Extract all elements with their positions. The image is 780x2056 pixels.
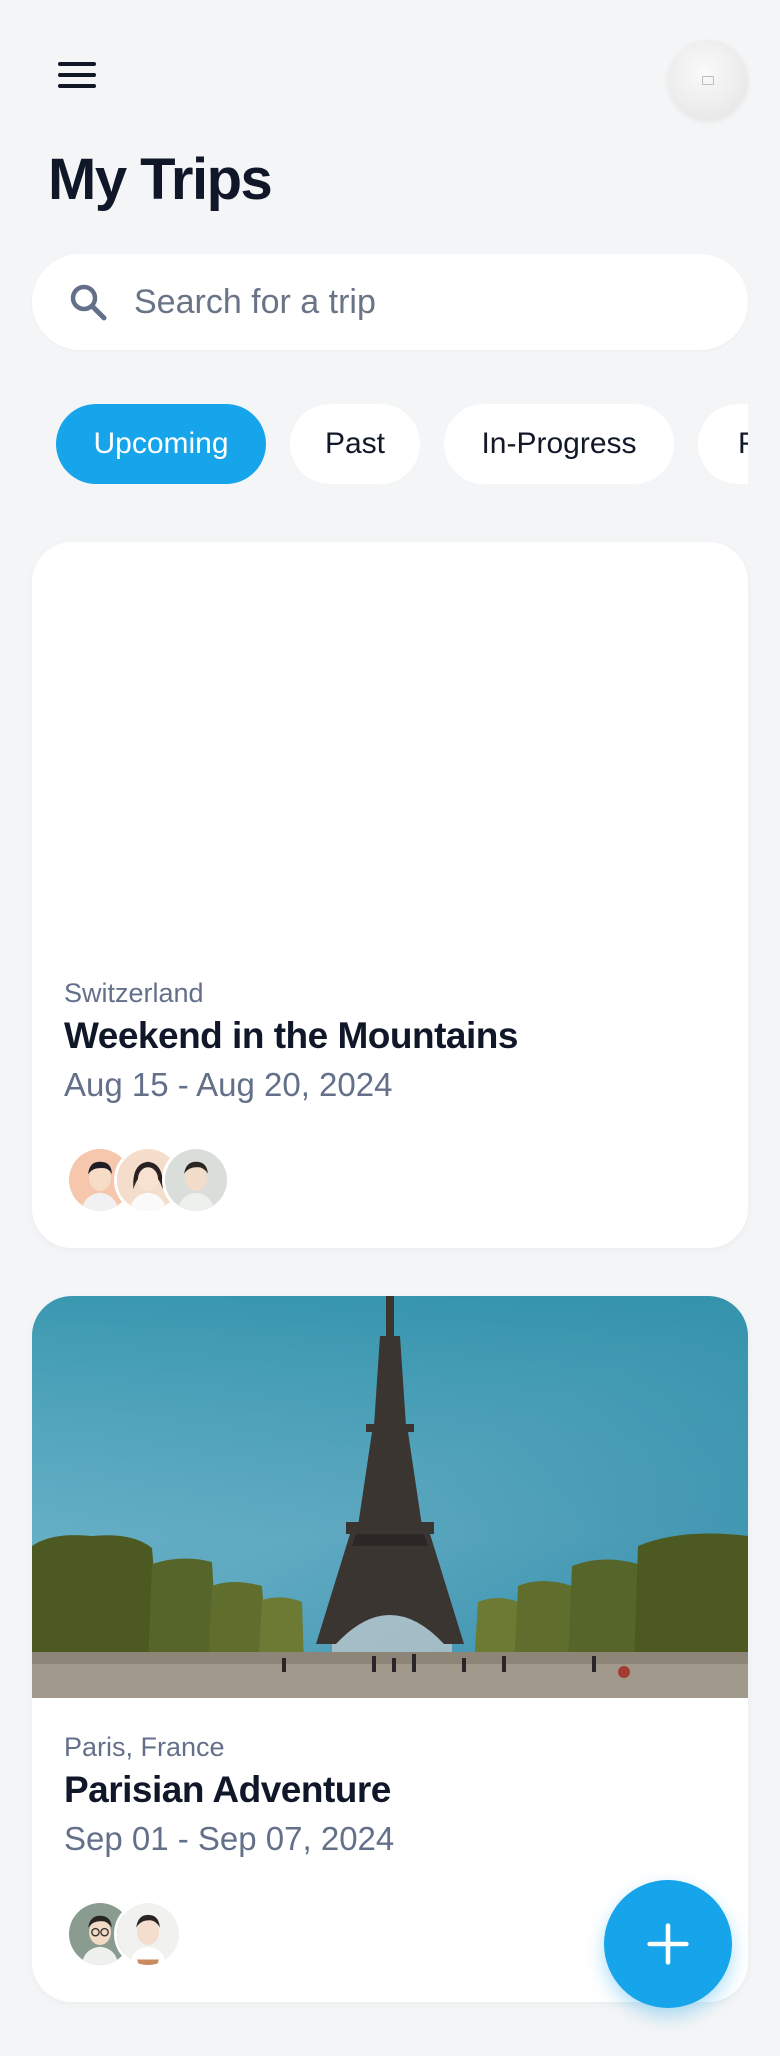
trip-details: Switzerland Weekend in the Mountains Aug… xyxy=(64,976,714,1108)
filter-chip-in-progress[interactable]: In-Progress xyxy=(444,404,674,484)
trip-title: Weekend in the Mountains xyxy=(64,1015,518,1056)
trip-cover-image xyxy=(32,542,748,944)
profile-avatar-button[interactable] xyxy=(668,40,748,120)
trip-details: Paris, France Parisian Adventure Sep 01 … xyxy=(64,1730,714,1862)
eiffel-tower-photo xyxy=(32,1296,748,1698)
filter-chip-upcoming[interactable]: Upcoming xyxy=(56,404,266,484)
avatar-placeholder-icon xyxy=(702,75,714,85)
page-title: My Trips xyxy=(48,147,273,212)
filter-chip-past[interactable]: Past xyxy=(290,404,420,484)
participant-avatar xyxy=(114,1900,182,1968)
menu-button[interactable] xyxy=(58,62,98,96)
search-input[interactable] xyxy=(134,282,694,322)
add-trip-button[interactable] xyxy=(604,1880,732,2008)
trip-dates: Sep 01 - Sep 07, 2024 xyxy=(64,1820,395,1857)
participant-avatar xyxy=(162,1146,230,1214)
search-bar[interactable] xyxy=(32,254,748,350)
trip-participants xyxy=(66,1146,230,1214)
trip-cover-image xyxy=(32,1296,748,1698)
filter-chip-partial[interactable]: F xyxy=(698,404,748,484)
trip-dates: Aug 15 - Aug 20, 2024 xyxy=(64,1066,393,1103)
hamburger-menu-icon xyxy=(58,62,98,88)
filter-chips: Upcoming Past In-Progress F xyxy=(32,404,748,488)
trip-title: Parisian Adventure xyxy=(64,1769,391,1810)
search-icon xyxy=(70,284,107,321)
trip-card[interactable]: Switzerland Weekend in the Mountains Aug… xyxy=(32,542,748,1248)
trip-location: Switzerland xyxy=(64,978,204,1008)
plus-icon xyxy=(647,1923,689,1965)
trip-participants xyxy=(66,1900,182,1968)
trip-location: Paris, France xyxy=(64,1732,225,1762)
app-screen: My Trips Upcoming Past In-Progress F Swi… xyxy=(0,0,780,2056)
